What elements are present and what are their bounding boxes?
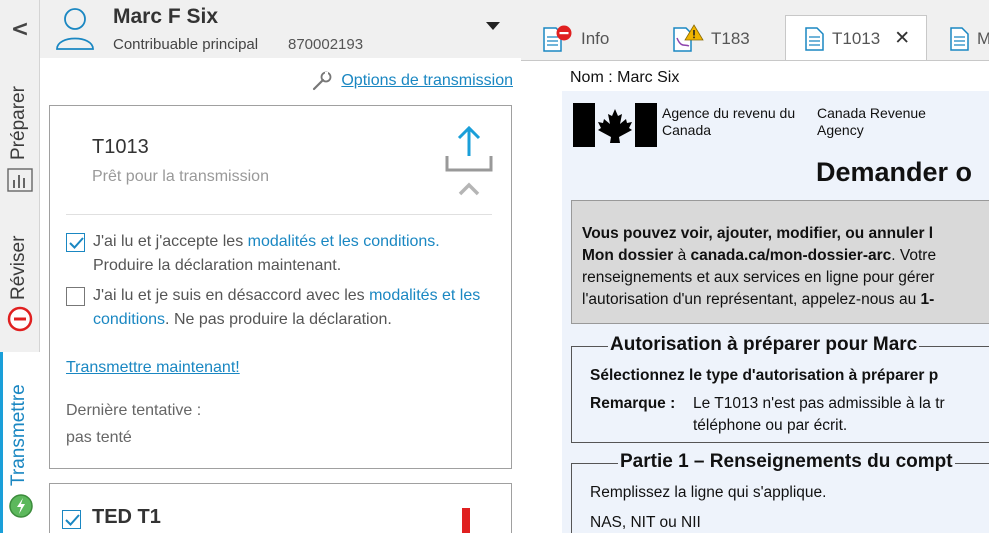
- authorization-select-text: Sélectionnez le type d'autorisation à pr…: [590, 367, 939, 384]
- t1013-form-view: Nom : Marc Six Agence du revenu du Canad…: [521, 60, 989, 533]
- nav-tab-reviser-label: Réviser: [8, 235, 29, 300]
- document-error-icon: [543, 25, 572, 52]
- last-attempt-label: Dernière tentative :: [66, 402, 202, 419]
- collapse-panel-button[interactable]: <: [0, 0, 40, 58]
- tab-t183[interactable]: T183: [671, 17, 750, 60]
- document-icon: [805, 26, 824, 51]
- document-warning-icon: [673, 23, 704, 52]
- info-line-1: Vous pouvez voir, ajouter, modifier, ou …: [582, 225, 934, 242]
- chevron-left-icon: <: [10, 16, 30, 42]
- tab-info[interactable]: Info: [541, 17, 609, 60]
- info-line-4-bold: 1-: [920, 291, 935, 308]
- checkmark-icon: [69, 237, 84, 249]
- taxpayer-role: Contribuable principal: [113, 36, 259, 53]
- tab-t183-label: T183: [711, 28, 750, 48]
- close-tab-icon[interactable]: ✕: [894, 27, 910, 50]
- accept-terms-link[interactable]: modalités et les conditions.: [248, 233, 440, 250]
- info-line-3: renseignements et aux services en ligne …: [582, 269, 935, 286]
- info-line-2-url: canada.ca/mon-dossier-arc: [690, 247, 892, 264]
- last-attempt-value: pas tenté: [66, 429, 132, 446]
- authorization-note-line-2: téléphone ou par écrit.: [693, 417, 848, 434]
- ted-t1-title: TED T1: [92, 506, 161, 528]
- form-heading: Demander o: [816, 157, 973, 187]
- taxpayer-selector[interactable]: Marc F Six Contribuable principal 870002…: [40, 0, 521, 58]
- transmission-panel: Marc F Six Contribuable principal 870002…: [40, 0, 521, 533]
- accept-terms-checkbox[interactable]: [66, 233, 85, 252]
- taxpayer-id: 870002193: [288, 36, 364, 53]
- info-line-4: l'autorisation d'un représentant, appele…: [582, 289, 989, 311]
- error-circle-icon: [7, 306, 33, 332]
- canada-flag-icon: [573, 103, 657, 147]
- alert-exclamation-icon: [462, 508, 470, 533]
- decline-terms-pre: J'ai lu et je suis en désaccord avec les: [93, 287, 370, 304]
- nav-tab-reviser[interactable]: Réviser: [0, 208, 40, 348]
- part1-section-title: Partie 1 – Renseignements du compt: [618, 451, 955, 473]
- upload-icon[interactable]: [444, 124, 494, 174]
- nav-tab-preparer-label: Préparer: [8, 86, 29, 160]
- nav-tab-transmettre[interactable]: Transmettre: [0, 352, 40, 533]
- accept-terms-text: J'ai lu et j'accepte les modalités et le…: [93, 230, 493, 278]
- card-divider: [66, 214, 492, 215]
- info-line-2-bold: Mon dossier: [582, 247, 674, 264]
- tab-t1013[interactable]: T1013 ✕: [785, 15, 927, 61]
- authorization-note-label: Remarque :: [590, 395, 676, 412]
- t1013-transmission-card: T1013 Prêt pour la transmission J'ai lu …: [49, 105, 512, 469]
- ted-t1-card: TED T1: [49, 483, 512, 533]
- transmission-options-link[interactable]: Options de transmission: [341, 72, 513, 90]
- checkmark-icon: [65, 514, 80, 526]
- ted-t1-checkbox[interactable]: [62, 510, 81, 529]
- authorization-section-title: Autorisation à préparer pour Marc: [608, 334, 920, 356]
- document-icon: [950, 26, 969, 51]
- app-window: < Préparer Réviser Transmettre Marc F Si…: [0, 0, 989, 533]
- card-status: Prêt pour la transmission: [92, 168, 269, 185]
- info-line-2-mid: à: [673, 247, 691, 264]
- form-name-line: Nom : Marc Six: [570, 69, 680, 86]
- accept-terms-post: Produire la déclaration maintenant.: [93, 257, 342, 274]
- info-line-2: Mon dossier à canada.ca/mon-dossier-arc.…: [582, 245, 989, 267]
- transmission-content: Options de transmission T1013 Prêt pour …: [40, 58, 521, 533]
- transmission-options[interactable]: Options de transmission: [311, 70, 513, 92]
- nav-tab-preparer[interactable]: Préparer: [0, 62, 40, 202]
- authorization-section: Autorisation à préparer pour Marc Sélect…: [571, 334, 989, 443]
- info-line-2-rest: . Votre: [891, 247, 937, 264]
- document-tabs: Info T183 T1013 ✕ M: [521, 0, 989, 61]
- document-area: Info T183 T1013 ✕ M Nom: Marc Six Agenc…: [521, 0, 989, 533]
- tab-m-label: M: [977, 28, 989, 48]
- card-form-title: T1013: [92, 136, 149, 158]
- user-avatar-icon: [56, 8, 94, 50]
- taxpayer-name: Marc F Six: [113, 5, 219, 28]
- part1-section: Partie 1 – Renseignements du compt Rempl…: [571, 451, 989, 533]
- chevron-down-icon[interactable]: [486, 22, 500, 30]
- chevron-up-icon[interactable]: [458, 182, 480, 196]
- tab-info-label: Info: [581, 28, 610, 48]
- part1-instruction: Remplissez la ligne qui s'applique.: [590, 484, 827, 501]
- nav-tab-transmettre-label: Transmettre: [8, 384, 29, 486]
- vertical-nav: < Préparer Réviser Transmettre: [0, 0, 40, 533]
- authorization-note-line-1: Le T1013 n'est pas admissible à la tr: [693, 395, 945, 412]
- info-line-4-pre: l'autorisation d'un représentant, appele…: [582, 291, 921, 308]
- transmit-check-icon: [9, 494, 33, 518]
- transmit-now-link[interactable]: Transmettre maintenant!: [66, 359, 240, 377]
- part1-field-label: NAS, NIT ou NII: [590, 514, 701, 531]
- decline-terms-option[interactable]: J'ai lu et je suis en désaccord avec les…: [66, 284, 496, 334]
- agency-name-english: Canada Revenue Agency: [817, 105, 926, 138]
- info-box: Vous pouvez voir, ajouter, modifier, ou …: [571, 200, 989, 324]
- agency-name-french: Agence du revenu du Canada: [662, 105, 796, 138]
- accept-terms-option[interactable]: J'ai lu et j'accepte les modalités et le…: [66, 230, 496, 280]
- decline-terms-text: J'ai lu et je suis en désaccord avec les…: [93, 284, 493, 332]
- tab-m[interactable]: M: [949, 17, 989, 60]
- decline-terms-post: . Ne pas produire la déclaration.: [165, 311, 392, 328]
- bar-chart-icon: [7, 168, 33, 192]
- wrench-icon: [313, 71, 332, 91]
- tab-t1013-label: T1013: [832, 28, 881, 48]
- decline-terms-checkbox[interactable]: [66, 287, 85, 306]
- accept-terms-pre: J'ai lu et j'accepte les: [93, 233, 248, 250]
